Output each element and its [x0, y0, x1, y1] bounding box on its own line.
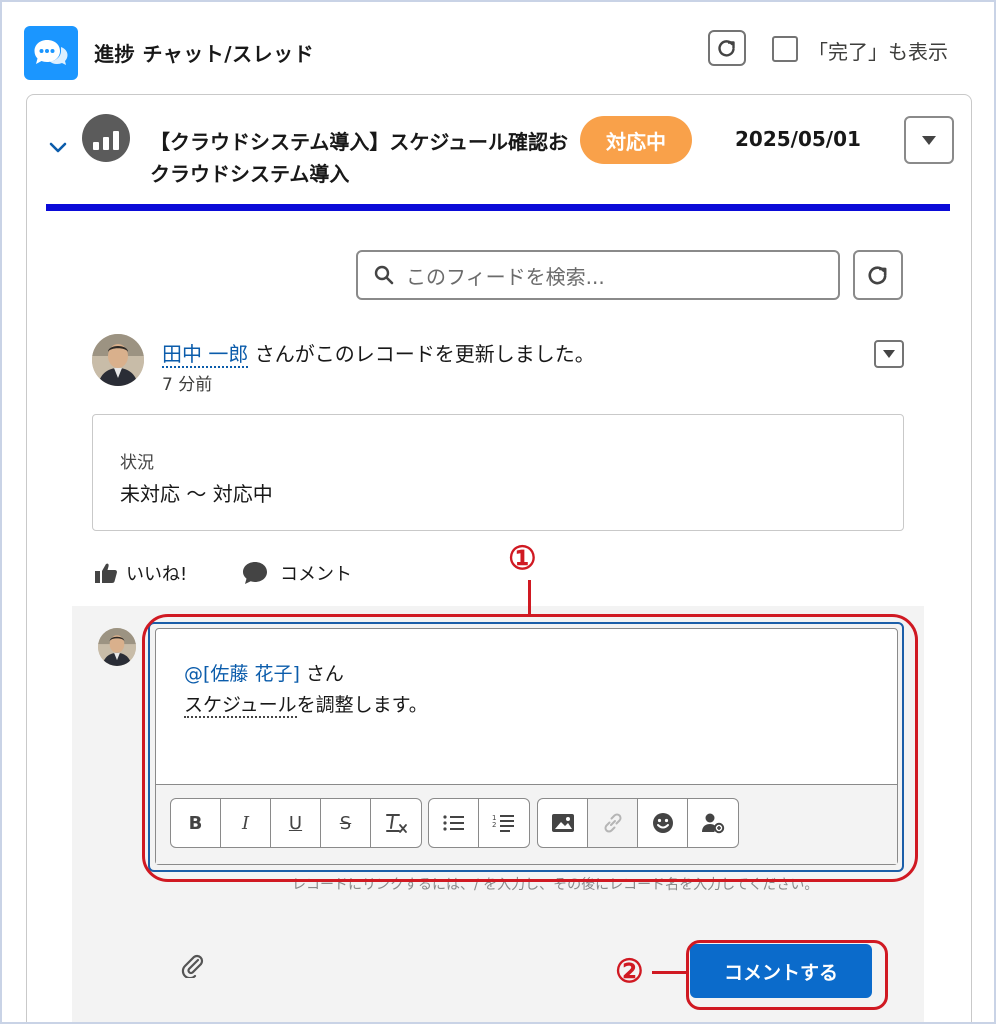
refresh-button[interactable] [708, 30, 746, 66]
search-placeholder: このフィードを検索... [406, 264, 605, 289]
post-menu-button[interactable] [874, 340, 904, 368]
annotation-box-1 [142, 614, 918, 882]
change-field-value: 未対応 〜 対応中 [120, 482, 273, 506]
change-field-label: 状況 [120, 453, 154, 473]
annotation-connector-1 [528, 580, 531, 614]
chat-app-icon [24, 26, 78, 80]
window-frame: 進捗 チャット/スレッド 「完了」も表示 【クラウドシステム導入】スケジュール確… [0, 0, 996, 1024]
post-action-text: さんがこのレコードを更新しました。 [248, 342, 595, 366]
thumbs-up-icon [95, 563, 117, 583]
refresh-icon [868, 266, 887, 285]
refresh-icon [718, 40, 735, 57]
post-timestamp: 7 分前 [162, 375, 213, 395]
annotation-step-2: ② [615, 952, 644, 990]
dropdown-icon [883, 350, 895, 358]
paperclip-icon[interactable] [180, 952, 206, 978]
avatar [98, 628, 136, 666]
feed-search-input[interactable]: このフィードを検索... [356, 250, 840, 300]
show-completed-label: 「完了」も表示 [808, 40, 948, 64]
dropdown-icon [922, 135, 936, 145]
status-badge: 対応中 [580, 116, 692, 164]
post-header: 田中 一郎 さんがこのレコードを更新しました。 [162, 338, 595, 368]
chevron-down-icon[interactable] [48, 140, 68, 156]
record-subtitle: クラウドシステム導入 [150, 162, 350, 186]
progress-record-icon [82, 114, 130, 162]
annotation-box-2 [686, 940, 888, 1010]
search-icon [374, 265, 394, 285]
annotation-connector-2 [652, 971, 688, 974]
divider [46, 204, 950, 211]
author-link[interactable]: 田中 一郎 [162, 342, 249, 368]
record-title[interactable]: 【クラウドシステム導入】スケジュール確認お [150, 126, 590, 155]
comment-label: コメント [280, 564, 352, 585]
like-label: いいね! [126, 564, 188, 585]
comment-button[interactable]: コメント [242, 560, 352, 586]
field-change-box [92, 414, 904, 531]
comment-bubble-icon [243, 562, 267, 584]
show-completed-checkbox[interactable] [772, 36, 798, 62]
annotation-step-1: ① [508, 539, 537, 577]
like-button[interactable]: いいね! [94, 560, 187, 586]
page-title: 進捗 チャット/スレッド [94, 42, 315, 66]
record-date: 2025/05/01 [735, 127, 861, 151]
avatar[interactable] [92, 334, 144, 386]
record-menu-button[interactable] [904, 116, 954, 164]
feed-refresh-button[interactable] [853, 250, 903, 300]
